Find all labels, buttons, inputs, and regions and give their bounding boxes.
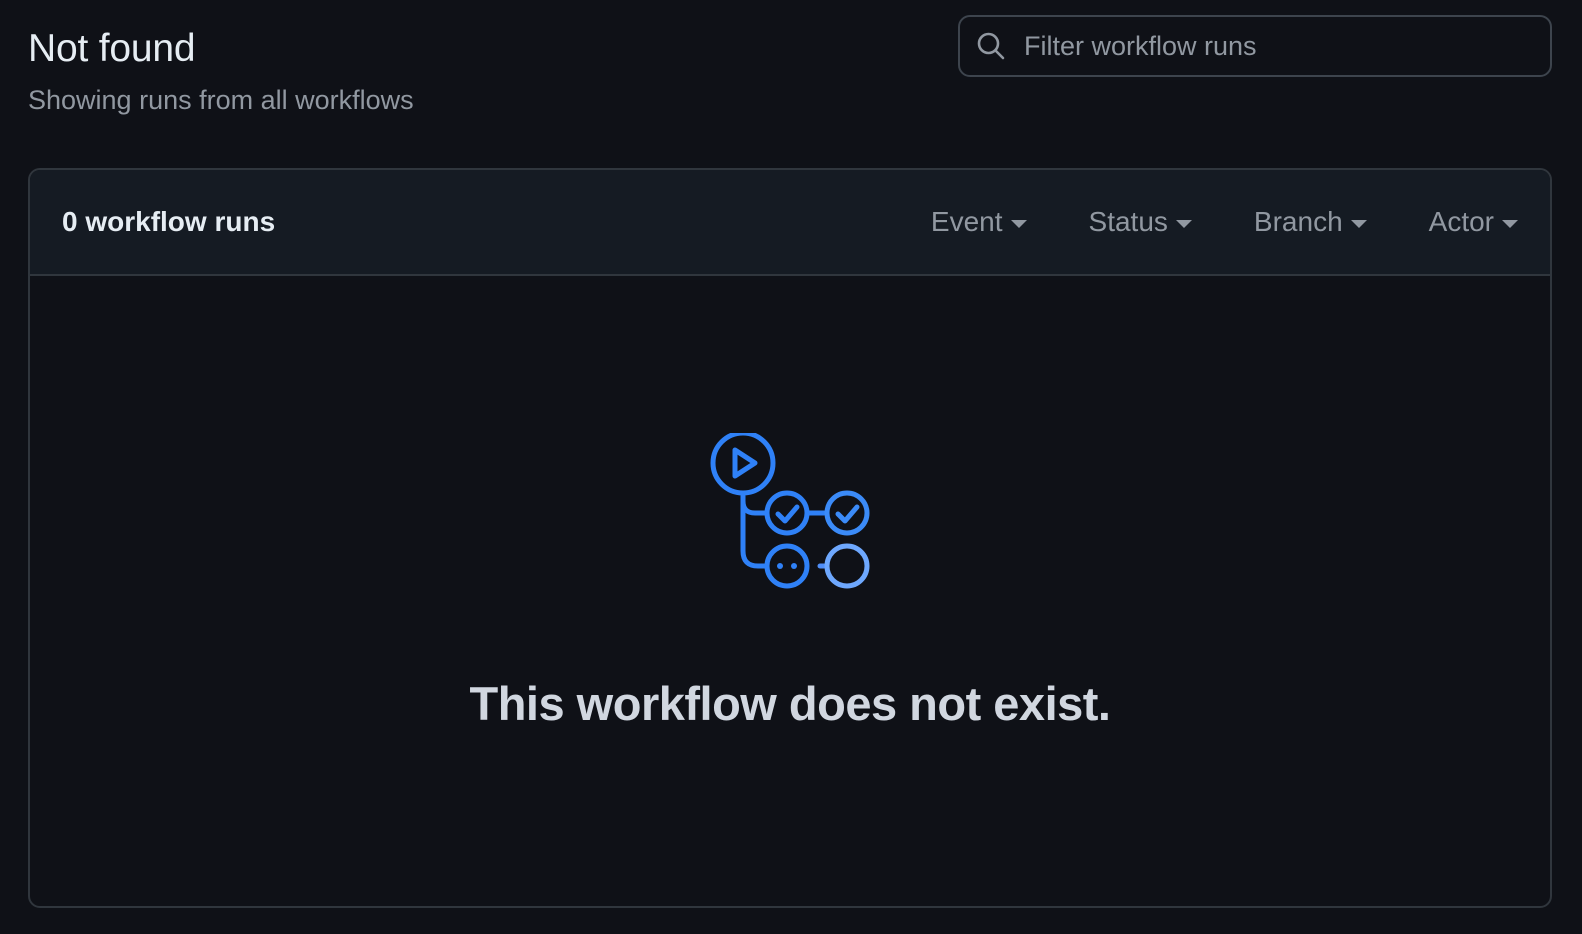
search-icon <box>977 32 1005 60</box>
search-box[interactable] <box>958 15 1552 77</box>
filter-workflow-runs-input[interactable] <box>1024 17 1550 75</box>
branch-filter-button[interactable]: Branch <box>1254 206 1367 238</box>
actor-filter-button[interactable]: Actor <box>1429 206 1518 238</box>
event-filter-button[interactable]: Event <box>931 206 1027 238</box>
workflow-runs-box: 0 workflow runs Event Status Branch Acto… <box>28 168 1552 908</box>
workflow-run-count: 0 workflow runs <box>62 206 276 237</box>
page-title: Not found <box>28 27 196 70</box>
branch-filter-label: Branch <box>1253 206 1343 237</box>
caret-down-icon <box>1175 220 1192 228</box>
caret-down-icon <box>1502 220 1518 228</box>
actor-filter-label: Actor <box>1428 206 1494 237</box>
status-filter-button[interactable]: Status <box>1089 206 1192 238</box>
filter-bar: Event Status Branch Actor <box>931 206 1518 238</box>
status-filter-label: Status <box>1088 206 1168 237</box>
workflow-illustration-icon <box>710 433 870 589</box>
empty-state: This workflow does not exist. <box>30 276 1550 906</box>
empty-state-message: This workflow does not exist. <box>469 677 1111 730</box>
caret-down-icon <box>1350 220 1367 228</box>
workflow-runs-header: 0 workflow runs Event Status Branch Acto… <box>30 170 1550 276</box>
actions-page: Not found Showing runs from all workflow… <box>0 0 1582 934</box>
page-subtitle: Showing runs from all workflows <box>28 85 414 115</box>
event-filter-label: Event <box>930 206 1003 237</box>
caret-down-icon <box>1010 220 1027 228</box>
